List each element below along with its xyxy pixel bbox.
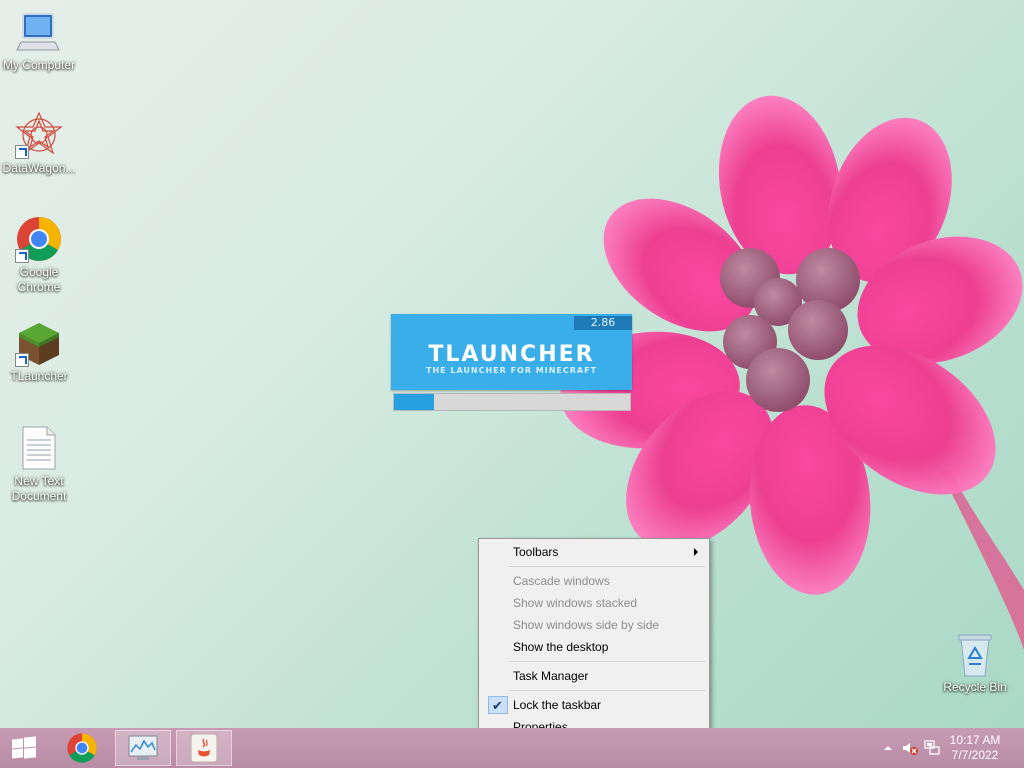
chrome-icon: [67, 733, 97, 763]
desktop-icon-tlauncher[interactable]: TLauncher: [0, 319, 79, 384]
menu-separator: [509, 690, 705, 691]
menu-separator: [509, 661, 705, 662]
windows-start-icon: [12, 736, 36, 759]
desktop-icon-label: Recycle Bin: [943, 680, 1007, 694]
menu-item-label: Show the desktop: [513, 640, 609, 654]
menu-item-show-the-desktop[interactable]: Show the desktop: [482, 636, 706, 658]
tlauncher-splash-window: 2.86 TLAUNCHER THE LAUNCHER FOR MINECRAF…: [391, 314, 632, 414]
menu-item-cascade-windows[interactable]: Cascade windows: [482, 570, 706, 592]
desktop[interactable]: My Computer DataWagon... Google Chrome T…: [0, 0, 1024, 728]
menu-item-toolbars[interactable]: Toolbars: [482, 541, 706, 563]
desktop-icon-label: Google Chrome: [17, 265, 61, 294]
minecraft-grass-icon: [15, 319, 63, 367]
taskbar[interactable]: 10:17 AM 7/7/2022: [0, 728, 1024, 768]
desktop-icon-label: My Computer: [2, 58, 76, 72]
desktop-icon-datawagon[interactable]: DataWagon...: [0, 111, 79, 176]
menu-item-label: Lock the taskbar: [513, 698, 602, 712]
shortcut-arrow-icon: [15, 145, 29, 159]
tlauncher-progress-fill: [394, 394, 435, 410]
taskbar-performance-monitor-button[interactable]: [115, 730, 171, 766]
menu-item-label: Show windows stacked: [513, 596, 638, 610]
system-tray: 10:17 AM 7/7/2022: [864, 728, 1024, 768]
desktop-icon-new-text-document[interactable]: New Text Document: [0, 424, 79, 504]
menu-item-lock-the-taskbar[interactable]: ✔ Lock the taskbar: [482, 694, 706, 716]
menu-item-show-windows-side-by-side[interactable]: Show windows side by side: [482, 614, 706, 636]
start-button[interactable]: [0, 728, 48, 768]
clock-time: 10:17 AM: [949, 733, 1001, 747]
chrome-icon: [15, 215, 63, 263]
taskbar-clock[interactable]: 10:17 AM 7/7/2022: [940, 733, 1010, 763]
network-icon[interactable]: [924, 740, 940, 756]
checkmark-icon: ✔: [488, 696, 508, 714]
desktop-icon-label: TLauncher: [10, 369, 68, 383]
submenu-arrow-icon: [694, 548, 698, 556]
clock-date: 7/7/2022: [951, 748, 999, 762]
taskbar-java-button[interactable]: [176, 730, 232, 766]
menu-item-label: Cascade windows: [513, 574, 610, 588]
desktop-icon-recycle-bin[interactable]: Recycle Bin: [935, 630, 1015, 695]
show-hidden-icons-chevron[interactable]: [880, 740, 896, 756]
shortcut-arrow-icon: [15, 353, 29, 367]
menu-item-properties[interactable]: Properties: [482, 716, 706, 728]
menu-item-task-manager[interactable]: Task Manager: [482, 665, 706, 687]
recycle-bin-icon: [951, 630, 999, 678]
java-icon: [190, 733, 218, 763]
desktop-icon-my-computer[interactable]: My Computer: [0, 8, 79, 73]
tlauncher-subtitle: THE LAUNCHER FOR MINECRAFT: [425, 366, 598, 375]
speaker-muted-icon[interactable]: [902, 740, 918, 756]
menu-item-show-windows-stacked[interactable]: Show windows stacked: [482, 592, 706, 614]
menu-separator: [509, 566, 705, 567]
menu-item-label: Task Manager: [513, 669, 589, 683]
datawagon-icon: [15, 111, 63, 159]
shortcut-arrow-icon: [15, 249, 29, 263]
menu-item-label: Show windows side by side: [513, 618, 660, 632]
text-document-icon: [15, 424, 63, 472]
tlauncher-banner: 2.86 TLAUNCHER THE LAUNCHER FOR MINECRAF…: [391, 314, 632, 390]
desktop-icon-label: New Text Document: [11, 474, 67, 503]
tlauncher-progress-bar: [393, 393, 631, 411]
desktop-icon-google-chrome[interactable]: Google Chrome: [0, 215, 79, 295]
taskbar-context-menu: Toolbars Cascade windows Show windows st…: [478, 538, 710, 728]
taskbar-chrome-button[interactable]: [54, 730, 110, 766]
computer-icon: [15, 8, 63, 56]
desktop-icon-label: DataWagon...: [2, 161, 76, 175]
menu-item-label: Toolbars: [513, 545, 559, 559]
menu-item-label: Properties: [513, 720, 568, 728]
tlauncher-title: TLAUNCHER: [428, 342, 595, 367]
performance-monitor-icon: [128, 735, 158, 760]
tlauncher-version-badge: 2.86: [574, 316, 632, 330]
